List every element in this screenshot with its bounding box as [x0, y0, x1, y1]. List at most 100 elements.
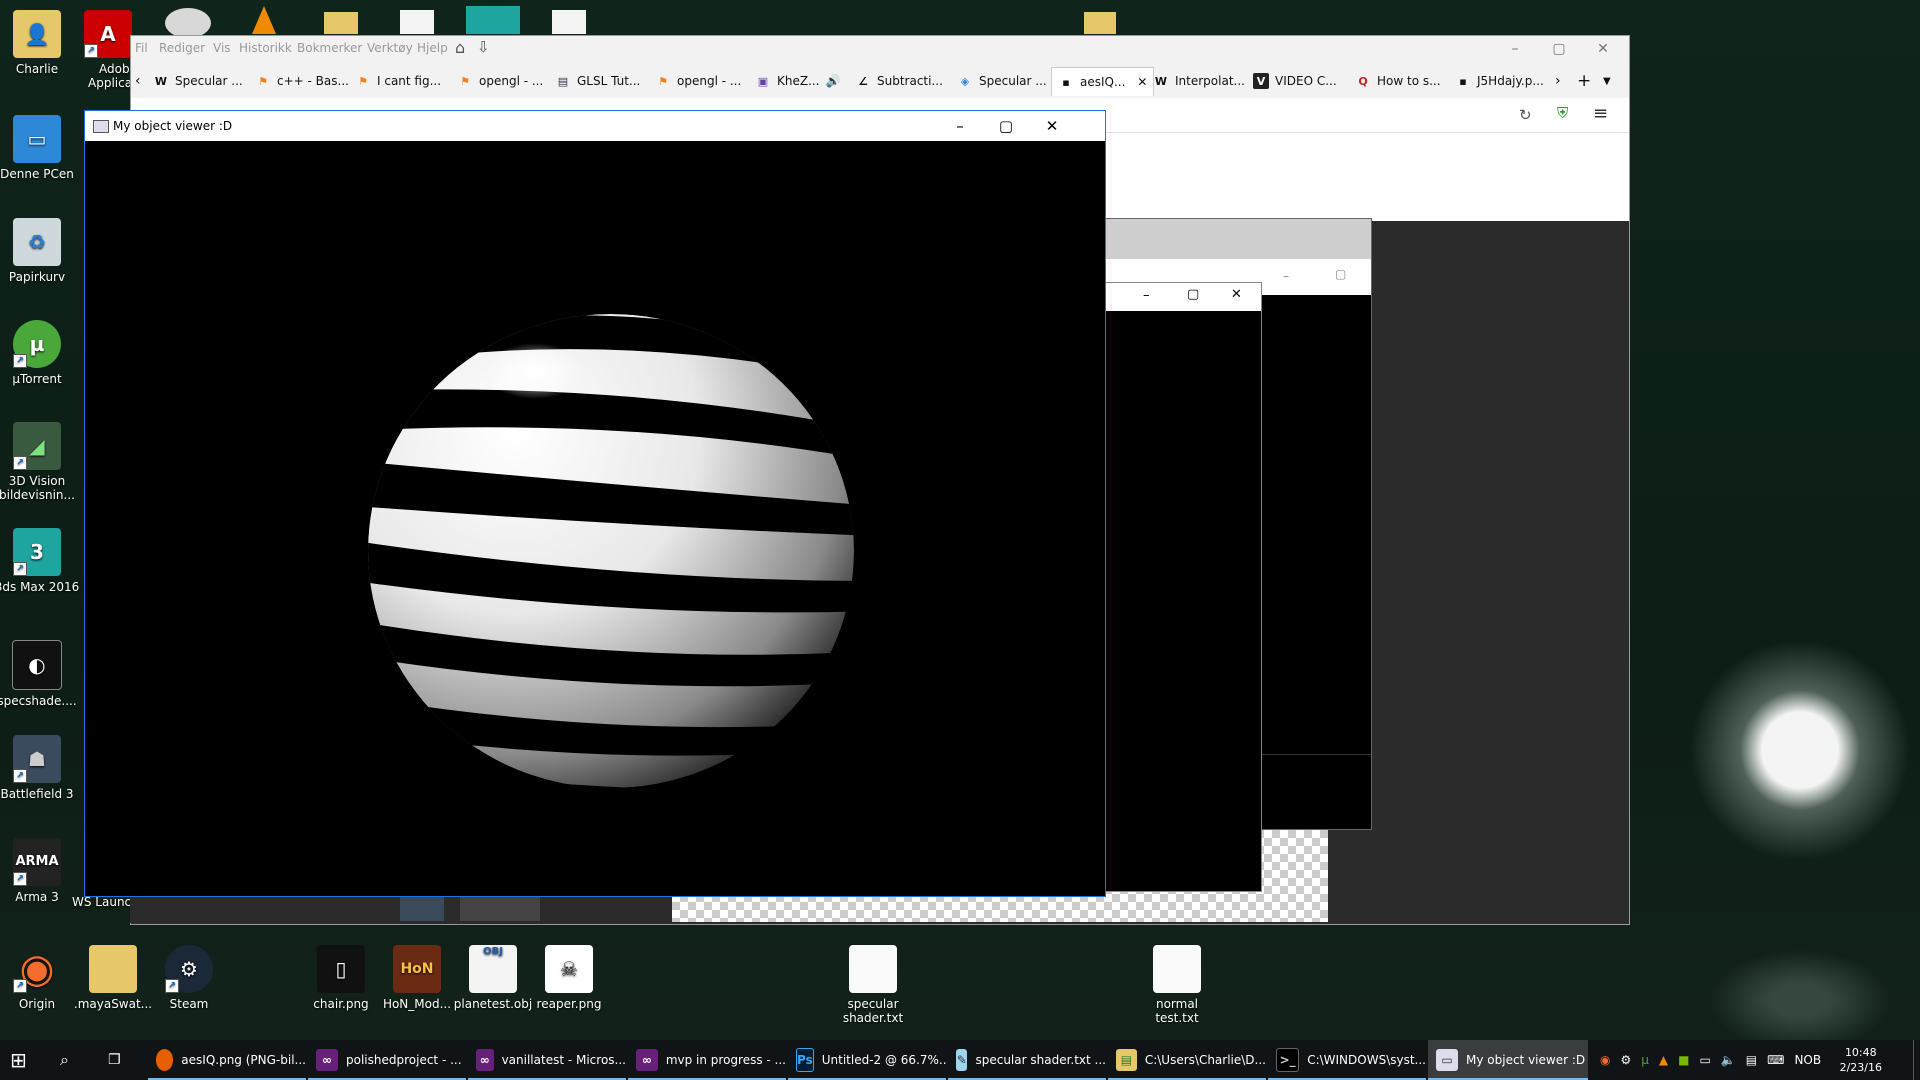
reload-icon[interactable]: ↻ [1519, 106, 1532, 124]
desktop-icon-reaper-png[interactable]: ☠ reaper.png [526, 945, 612, 1011]
taskbar-item-vanillatest[interactable]: ∞ vanillatest - Micros... [468, 1040, 626, 1080]
taskbar-item-cmd[interactable]: >_ C:\WINDOWS\syst... [1268, 1040, 1426, 1080]
3d-vision-icon: ◢ ↗ [13, 422, 61, 470]
keyboard-icon[interactable]: ⌨ [1767, 1053, 1784, 1067]
download-icon[interactable]: ⇩ [477, 38, 490, 56]
origin-tray-icon[interactable]: ◉ [1600, 1053, 1610, 1067]
win2-maximize-icon[interactable]: ▢ [1187, 287, 1199, 302]
tab-opengl-2[interactable]: ⚑ opengl - ... [655, 69, 741, 93]
desktop-icon-3dsmax[interactable]: 3 ↗ 3ds Max 2016 [0, 528, 80, 594]
tab-video-c[interactable]: V VIDEO C... [1253, 69, 1337, 93]
tab-glsl-tut[interactable]: ▤ GLSL Tut... [555, 69, 641, 93]
menu-help[interactable]: Hjelp [417, 41, 448, 55]
tab-opengl-1[interactable]: ⚑ opengl - ... [457, 69, 543, 93]
tab-specular-2[interactable]: ◈ Specular ... [957, 69, 1047, 93]
desktop-icon-hon-mod[interactable]: HoN HoN_Mod... [374, 945, 460, 1011]
network-icon[interactable]: ▭ [1699, 1053, 1710, 1067]
desktop-icon-recycle-bin[interactable]: ♻ Papirkurv [0, 218, 80, 284]
tab-how-to-s[interactable]: Q How to s... [1355, 69, 1440, 93]
viewer-maximize-icon[interactable]: ▢ [983, 111, 1029, 141]
3dsmax-partial-icon [466, 6, 520, 34]
visual-studio-icon: ∞ [316, 1049, 338, 1071]
tab-aesiq-active[interactable]: ▪ aesIQ... ✕ [1051, 67, 1155, 96]
render-canvas[interactable] [85, 141, 1103, 894]
win2-close-icon[interactable]: ✕ [1231, 287, 1242, 302]
tab-i-cant-fig[interactable]: ⚑ I cant fig... [355, 69, 441, 93]
folder-partial-icon [324, 12, 358, 34]
viewer-title-bar[interactable]: My object viewer :D – ▢ ✕ [85, 111, 1105, 141]
desktop-icon-specular-shader-txt[interactable]: specular shader.txt [830, 945, 916, 1025]
language-indicator[interactable]: NOB [1794, 1053, 1821, 1067]
desktop-icon-this-pc[interactable]: ▭ Denne PCen [0, 115, 80, 181]
image-tab-icon: ▪ [1459, 74, 1467, 88]
new-tab-icon[interactable]: + [1577, 69, 1591, 93]
desktop-icon-ws-launcher[interactable]: WS Launc [72, 895, 132, 909]
desktop-icon-mayaswatches[interactable]: .mayaSwat... [70, 945, 156, 1011]
menu-bookmarks[interactable]: Bokmerker [297, 41, 362, 55]
desktop-icon-battlefield3[interactable]: ☗ ↗ Battlefield 3 [0, 735, 80, 801]
desktop-icon-3d-vision[interactable]: ◢ ↗ 3D Vision bildevisnin... [0, 422, 80, 502]
viewer-close-icon[interactable]: ✕ [1029, 111, 1075, 141]
chair-png-icon: ▯ [317, 945, 365, 993]
desktop-icon-chair-png[interactable]: ▯ chair.png [298, 945, 384, 1011]
taskbar-item-firefox[interactable]: aesIQ.png (PNG-bil... [148, 1040, 306, 1080]
tab-khez[interactable]: ▣ KheZ... 🔊 [755, 69, 841, 93]
task-view-icon[interactable]: ❐ [108, 1040, 132, 1080]
close-tab-icon[interactable]: ✕ [1137, 75, 1147, 89]
tab-j5hdajy[interactable]: ▪ J5Hdajy.p... [1455, 69, 1544, 93]
menu-view[interactable]: Vis [213, 41, 231, 55]
menu-tools[interactable]: Verktøy [367, 41, 413, 55]
taskbar-item-polishedproject[interactable]: ∞ polishedproject - ... [308, 1040, 466, 1080]
shield-icon[interactable]: ⛨ [1557, 104, 1568, 122]
nvidia-tray-icon[interactable]: ■ [1678, 1053, 1689, 1067]
taskbar-item-object-viewer[interactable]: ▭ My object viewer :D [1428, 1040, 1588, 1080]
browser-close-icon[interactable]: ✕ [1581, 38, 1625, 60]
taskbar-item-photoshop[interactable]: Ps Untitled-2 @ 66.7%... [788, 1040, 946, 1080]
start-button[interactable]: ⊞ [10, 1040, 38, 1080]
bg-maximize-icon[interactable]: ▢ [1335, 267, 1346, 281]
clock[interactable]: 10:48 2/23/16 [1840, 1045, 1882, 1075]
tab-list-icon[interactable]: ▼ [1603, 69, 1611, 93]
home-icon[interactable]: ⌂ [455, 38, 465, 57]
desktop-icon-origin[interactable]: ◉ ↗ Origin [0, 945, 80, 1011]
scroll-tabs-left-icon[interactable]: ‹ [135, 69, 141, 93]
tab-specular-1[interactable]: W Specular ... [153, 69, 243, 93]
vlc-tray-icon[interactable]: ▲ [1659, 1053, 1668, 1067]
utorrent-icon: µ ↗ [13, 320, 61, 368]
tab-bar: ‹ W Specular ... ⚑ c++ - Bas... ⚑ I cant… [131, 66, 1629, 96]
volume-icon[interactable]: 🔈 [1721, 1053, 1736, 1067]
taskbar-item-mvp-in-progress[interactable]: ∞ mvp in progress - ... [628, 1040, 786, 1080]
taskbar-item-notepad[interactable]: ✎ specular shader.txt ... [948, 1040, 1106, 1080]
menu-edit[interactable]: Rediger [159, 41, 205, 55]
this-pc-icon: ▭ [13, 115, 61, 163]
steam-tray-icon[interactable]: ⚙ [1620, 1053, 1631, 1067]
notifications-icon[interactable]: ▤ [1746, 1053, 1757, 1067]
tab-interpolat[interactable]: W Interpolat... [1153, 69, 1245, 93]
hamburger-menu-icon[interactable]: ≡ [1593, 103, 1608, 124]
scroll-tabs-right-icon[interactable]: › [1555, 69, 1561, 93]
browser-lower-strip [130, 893, 670, 923]
menu-history[interactable]: Historikk [239, 41, 292, 55]
utorrent-tray-icon[interactable]: µ [1641, 1053, 1649, 1067]
speaker-icon[interactable]: 🔊 [826, 74, 841, 88]
desktop-icon-specshade[interactable]: ◐ specshade.... [0, 640, 80, 708]
desktop-icon-planetest-obj[interactable]: OBJ planetest.obj [450, 945, 536, 1011]
desktop-icon-utorrent[interactable]: µ ↗ µTorrent [0, 320, 80, 386]
win2-minimize-icon[interactable]: – [1143, 288, 1150, 303]
specshade-icon: ◐ [12, 640, 62, 690]
viewer-minimize-icon[interactable]: – [937, 111, 983, 141]
desktop-icon-steam[interactable]: ⚙ ↗ Steam [146, 945, 232, 1011]
menu-file[interactable]: Fil [135, 41, 148, 55]
tab-subtracti[interactable]: ∠ Subtracti... [855, 69, 943, 93]
arma3-icon: ARMA ↗ [13, 838, 61, 886]
search-icon[interactable]: ⌕ [60, 1040, 84, 1080]
object-viewer-window[interactable]: My object viewer :D – ▢ ✕ [84, 110, 1106, 897]
browser-minimize-icon[interactable]: – [1493, 38, 1537, 60]
browser-maximize-icon[interactable]: ▢ [1537, 38, 1581, 60]
desktop-icon-normal-test-txt[interactable]: normal test.txt [1134, 945, 1220, 1025]
desktop-icon-arma3[interactable]: ARMA ↗ Arma 3 [0, 838, 80, 904]
show-desktop-button[interactable] [1913, 1040, 1920, 1080]
bg-minimize-icon[interactable]: – [1283, 269, 1289, 283]
taskbar-item-explorer[interactable]: ▤ C:\Users\Charlie\D... [1108, 1040, 1266, 1080]
tab-cpp-bas[interactable]: ⚑ c++ - Bas... [255, 69, 349, 93]
